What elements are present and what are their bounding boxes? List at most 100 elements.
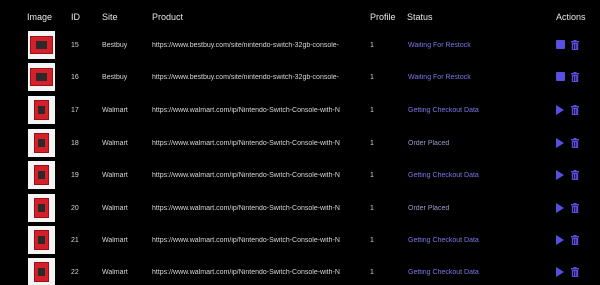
table-row[interactable]: 16 Bestbuy https://www.bestbuy.com/site/… bbox=[0, 63, 600, 93]
row-actions bbox=[556, 40, 584, 52]
task-id: 20 bbox=[71, 205, 79, 212]
play-icon bbox=[556, 170, 564, 180]
trash-icon bbox=[571, 40, 579, 50]
task-profile: 1 bbox=[370, 74, 374, 81]
header-product: Product bbox=[152, 12, 184, 22]
delete-task-button[interactable] bbox=[571, 267, 579, 277]
product-thumbnail bbox=[28, 31, 55, 59]
header-profile: Profile bbox=[370, 12, 396, 22]
console-box-image bbox=[28, 226, 55, 254]
task-id: 19 bbox=[71, 172, 79, 179]
task-site: Walmart bbox=[102, 237, 128, 244]
task-product-url: https://www.walmart.com/ip/Nintendo-Swit… bbox=[152, 107, 340, 114]
task-product-url: https://www.walmart.com/ip/Nintendo-Swit… bbox=[152, 205, 340, 212]
table-row[interactable]: 22 Walmart https://www.walmart.com/ip/Ni… bbox=[0, 258, 600, 285]
stop-icon bbox=[556, 40, 565, 49]
trash-icon bbox=[571, 203, 579, 213]
task-profile: 1 bbox=[370, 269, 374, 276]
header-id: ID bbox=[71, 12, 80, 22]
table-row[interactable]: 21 Walmart https://www.walmart.com/ip/Ni… bbox=[0, 226, 600, 256]
task-status: Waiting For Restock bbox=[408, 74, 471, 81]
task-profile: 1 bbox=[370, 237, 374, 244]
start-task-button[interactable] bbox=[556, 235, 565, 245]
stop-icon bbox=[556, 72, 565, 81]
row-actions bbox=[556, 72, 584, 84]
task-id: 21 bbox=[71, 237, 79, 244]
console-box-image bbox=[28, 63, 55, 91]
tasks-table: Image ID Site Product Profile Status Act… bbox=[0, 0, 600, 285]
table-row[interactable]: 15 Bestbuy https://www.bestbuy.com/site/… bbox=[0, 31, 600, 61]
delete-task-button[interactable] bbox=[571, 105, 579, 115]
trash-icon bbox=[571, 72, 579, 82]
task-site: Walmart bbox=[102, 140, 128, 147]
task-site: Bestbuy bbox=[102, 42, 128, 49]
task-status: Getting Checkout Data bbox=[408, 237, 479, 244]
console-box-image bbox=[28, 31, 55, 59]
task-site: Walmart bbox=[102, 205, 128, 212]
product-thumbnail bbox=[28, 194, 55, 222]
task-status: Getting Checkout Data bbox=[408, 172, 479, 179]
task-product-url: https://www.bestbuy.com/site/nintendo-sw… bbox=[152, 74, 340, 81]
task-site: Walmart bbox=[102, 107, 128, 114]
product-thumbnail bbox=[28, 96, 55, 124]
play-icon bbox=[556, 235, 564, 245]
task-id: 18 bbox=[71, 140, 79, 147]
product-thumbnail bbox=[28, 258, 55, 285]
delete-task-button[interactable] bbox=[571, 40, 579, 50]
row-actions bbox=[556, 138, 584, 150]
play-icon bbox=[556, 203, 564, 213]
trash-icon bbox=[571, 170, 579, 180]
delete-task-button[interactable] bbox=[571, 72, 579, 82]
play-icon bbox=[556, 267, 564, 277]
product-thumbnail bbox=[28, 129, 55, 157]
delete-task-button[interactable] bbox=[571, 138, 579, 148]
table-row[interactable]: 19 Walmart https://www.walmart.com/ip/Ni… bbox=[0, 161, 600, 191]
product-thumbnail bbox=[28, 226, 55, 254]
task-id: 16 bbox=[71, 74, 79, 81]
task-product-url: https://www.walmart.com/ip/Nintendo-Swit… bbox=[152, 237, 340, 244]
start-task-button[interactable] bbox=[556, 105, 565, 115]
console-box-image bbox=[28, 161, 55, 189]
table-row[interactable]: 20 Walmart https://www.walmart.com/ip/Ni… bbox=[0, 194, 600, 224]
start-task-button[interactable] bbox=[556, 138, 565, 148]
play-icon bbox=[556, 105, 564, 115]
console-box-image bbox=[28, 96, 55, 124]
task-status: Order Placed bbox=[408, 205, 450, 212]
task-profile: 1 bbox=[370, 140, 374, 147]
task-status: Getting Checkout Data bbox=[408, 107, 479, 114]
task-site: Walmart bbox=[102, 172, 128, 179]
task-profile: 1 bbox=[370, 107, 374, 114]
task-profile: 1 bbox=[370, 205, 374, 212]
table-row[interactable]: 18 Walmart https://www.walmart.com/ip/Ni… bbox=[0, 129, 600, 159]
task-status: Getting Checkout Data bbox=[408, 269, 479, 276]
product-thumbnail bbox=[28, 161, 55, 189]
stop-task-button[interactable] bbox=[556, 72, 565, 82]
task-status: Order Placed bbox=[408, 140, 450, 147]
header-site: Site bbox=[102, 12, 118, 22]
task-product-url: https://www.walmart.com/ip/Nintendo-Swit… bbox=[152, 140, 340, 147]
task-site: Bestbuy bbox=[102, 74, 128, 81]
trash-icon bbox=[571, 267, 579, 277]
delete-task-button[interactable] bbox=[571, 203, 579, 213]
start-task-button[interactable] bbox=[556, 267, 565, 277]
product-thumbnail bbox=[28, 63, 55, 91]
task-status: Waiting For Restock bbox=[408, 42, 471, 49]
header-image: Image bbox=[27, 12, 53, 22]
stop-task-button[interactable] bbox=[556, 40, 565, 50]
header-status: Status bbox=[407, 12, 433, 22]
task-product-url: https://www.walmart.com/ip/Nintendo-Swit… bbox=[152, 172, 340, 179]
start-task-button[interactable] bbox=[556, 203, 565, 213]
start-task-button[interactable] bbox=[556, 170, 565, 180]
task-site: Walmart bbox=[102, 269, 128, 276]
console-box-image bbox=[28, 258, 55, 285]
task-id: 22 bbox=[71, 269, 79, 276]
trash-icon bbox=[571, 235, 579, 245]
task-id: 17 bbox=[71, 107, 79, 114]
table-row[interactable]: 17 Walmart https://www.walmart.com/ip/Ni… bbox=[0, 96, 600, 126]
delete-task-button[interactable] bbox=[571, 235, 579, 245]
task-id: 15 bbox=[71, 42, 79, 49]
delete-task-button[interactable] bbox=[571, 170, 579, 180]
row-actions bbox=[556, 203, 584, 215]
header-actions: Actions bbox=[556, 12, 586, 22]
trash-icon bbox=[571, 105, 579, 115]
